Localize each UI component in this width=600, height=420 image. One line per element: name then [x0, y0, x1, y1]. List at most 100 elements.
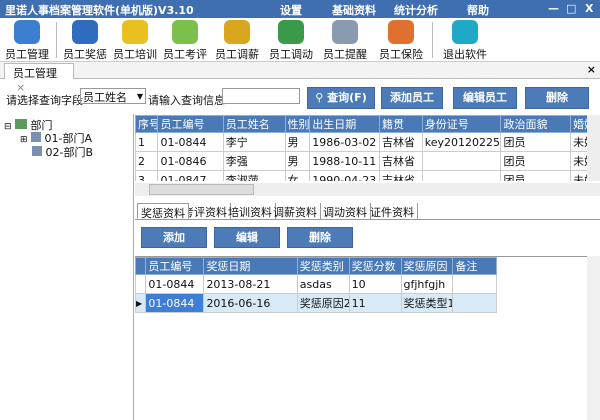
column-header[interactable]: 奖惩分数 — [348, 257, 402, 275]
toolbar-button-transfer[interactable]: 员工调动 — [266, 20, 316, 62]
table-cell[interactable]: 11 — [348, 293, 402, 313]
table-cell[interactable]: 奖惩原因2 — [296, 293, 350, 313]
query-input[interactable] — [222, 88, 300, 104]
column-header[interactable]: 奖惩类别 — [296, 257, 350, 275]
table-cell[interactable]: 01-0844 — [145, 274, 205, 294]
toolbar-button-exit[interactable]: 退出软件 — [440, 20, 490, 62]
menu-settings[interactable]: 设置 — [280, 2, 302, 18]
table-cell[interactable] — [452, 293, 497, 313]
table-cell[interactable]: 男 — [284, 132, 311, 152]
expand-icon[interactable]: ⊞ — [20, 135, 28, 145]
table-cell[interactable] — [452, 274, 497, 294]
delete-employee-button[interactable]: 删除 — [525, 87, 589, 109]
table-cell[interactable]: 吉林省 — [379, 132, 423, 152]
detail-delete-button[interactable]: 删除 — [287, 227, 353, 248]
table-cell[interactable]: 10 — [348, 274, 402, 294]
menu-help[interactable]: 帮助 — [467, 2, 489, 18]
table-cell[interactable]: 团员 — [500, 151, 572, 171]
table-cell[interactable]: 未婚 — [570, 170, 587, 181]
vertical-scrollbar[interactable] — [587, 115, 600, 181]
table-cell[interactable]: 01-0844 — [145, 293, 205, 313]
table-cell[interactable]: 团员 — [500, 170, 572, 181]
table-cell[interactable]: 2 — [135, 151, 159, 171]
toolbar-button-coins[interactable]: 员工调薪 — [212, 20, 262, 62]
table-cell[interactable]: 1986-03-02 — [309, 132, 380, 152]
column-header[interactable]: 员工姓名 — [222, 115, 286, 133]
close-all-tabs-icon[interactable]: × — [587, 63, 596, 76]
table-cell[interactable]: 1990-04-23 — [309, 170, 380, 181]
tree-node[interactable]: 02-部门B — [32, 144, 93, 160]
close-button[interactable]: X — [585, 2, 593, 15]
detail-add-button[interactable]: 添加 — [141, 227, 207, 248]
detail-vertical-scrollbar[interactable] — [587, 256, 600, 420]
table-row[interactable]: ▶ 01-0844 2016-06-16 奖惩原因2 11 奖惩类型1 — [134, 293, 497, 313]
toolbar-button-user-manager[interactable]: 员工管理 — [2, 20, 52, 62]
menu-statistics[interactable]: 统计分析 — [394, 2, 438, 18]
table-cell[interactable]: 01-0847 — [157, 170, 224, 181]
minimize-button[interactable]: — — [548, 2, 559, 15]
app-title: 里诺人事档案管理软件(单机版)V3.10 — [5, 4, 194, 17]
toolbar-button-reminder[interactable]: 员工提醒 — [320, 20, 370, 62]
table-cell[interactable]: 未婚 — [570, 132, 587, 152]
table-cell[interactable]: 李宁 — [222, 132, 286, 152]
column-header[interactable]: 婚姻状况 — [570, 115, 587, 133]
table-cell[interactable]: 吉林省 — [379, 151, 423, 171]
horizontal-scrollbar[interactable] — [135, 183, 600, 196]
detail-tab[interactable]: 证件资料 — [367, 203, 418, 219]
detail-tab[interactable]: 奖惩资料 — [137, 203, 189, 220]
table-cell[interactable]: 1988-10-11 — [309, 151, 380, 171]
table-row[interactable]: 01-0844 2013-08-21 asdas 10 gfjhfgjh — [134, 274, 497, 294]
column-header[interactable]: 政治面貌 — [500, 115, 572, 133]
table-cell[interactable]: 3 — [135, 170, 159, 181]
table-cell[interactable]: 2013-08-21 — [203, 274, 298, 294]
tab-employee-management[interactable]: 员工管理 × — [4, 63, 74, 94]
detail-tab[interactable]: 调薪资料 — [270, 203, 321, 219]
column-header[interactable]: 性别 — [284, 115, 311, 133]
column-header[interactable]: 员工编号 — [145, 257, 205, 275]
table-cell[interactable]: 1 — [135, 132, 159, 152]
table-cell[interactable]: 01-0844 — [157, 132, 224, 152]
table-cell[interactable]: 奖惩类型1 — [400, 293, 454, 313]
table-cell[interactable]: key2012022554 — [421, 132, 502, 152]
table-cell[interactable]: gfjhfgjh — [400, 274, 454, 294]
toolbar-button-user-info[interactable]: 员工奖惩 — [60, 20, 110, 62]
table-cell[interactable]: 01-0846 — [157, 151, 224, 171]
detail-edit-button[interactable]: 编辑 — [214, 227, 280, 248]
table-cell[interactable]: 未婚 — [570, 151, 587, 171]
maximize-button[interactable]: □ — [566, 2, 576, 15]
table-cell[interactable]: 女 — [284, 170, 311, 181]
column-header[interactable]: 员工编号 — [157, 115, 224, 133]
table-cell[interactable]: 李强 — [222, 151, 286, 171]
table-cell[interactable] — [421, 151, 502, 171]
column-header[interactable]: 序号 — [135, 115, 159, 133]
detail-tab[interactable]: 调动资料 — [320, 203, 371, 219]
table-row[interactable]: 101-0844李宁男1986-03-02吉林省key2012022554团员未… — [135, 132, 587, 152]
table-cell[interactable]: 吉林省 — [379, 170, 423, 181]
table-row[interactable]: 201-0846李强男1988-10-11吉林省 团员未婚 — [135, 151, 587, 171]
column-header[interactable]: 奖惩原因 — [400, 257, 454, 275]
edit-employee-button[interactable]: 编辑员工 — [453, 87, 517, 109]
search-button[interactable]: ⚲ 查询(F) — [307, 87, 375, 109]
column-header[interactable]: 备注 — [452, 257, 497, 275]
table-cell[interactable]: 团员 — [500, 132, 572, 152]
column-header[interactable]: 籍贯 — [379, 115, 423, 133]
toolbar-label: 退出软件 — [443, 48, 487, 61]
query-field-select[interactable]: 员工姓名 ▼ — [80, 88, 146, 104]
table-cell[interactable]: 李淑萍 — [222, 170, 286, 181]
add-employee-button[interactable]: 添加员工 — [381, 87, 443, 109]
menu-basic-data[interactable]: 基础资料 — [332, 2, 376, 18]
toolbar-button-headset-smiley[interactable]: 员工培训 — [110, 20, 160, 62]
column-header[interactable]: 身份证号 — [421, 115, 502, 133]
table-cell[interactable]: 2016-06-16 — [203, 293, 298, 313]
collapse-icon[interactable]: ⊟ — [4, 122, 12, 132]
table-cell[interactable] — [421, 170, 502, 181]
toolbar-button-evaluation[interactable]: 员工考评 — [160, 20, 210, 62]
detail-tab[interactable]: 培训资料 — [225, 203, 276, 219]
table-row[interactable]: 301-0847李淑萍女1990-04-23吉林省 团员未婚 — [135, 170, 587, 181]
table-cell[interactable]: asdas — [296, 274, 350, 294]
toolbar-button-insurance[interactable]: 员工保险 — [376, 20, 426, 62]
table-cell[interactable]: 男 — [284, 151, 311, 171]
column-header[interactable]: 出生日期 — [309, 115, 380, 133]
column-header[interactable]: 奖惩日期 — [203, 257, 298, 275]
scrollbar-thumb[interactable] — [149, 184, 254, 195]
